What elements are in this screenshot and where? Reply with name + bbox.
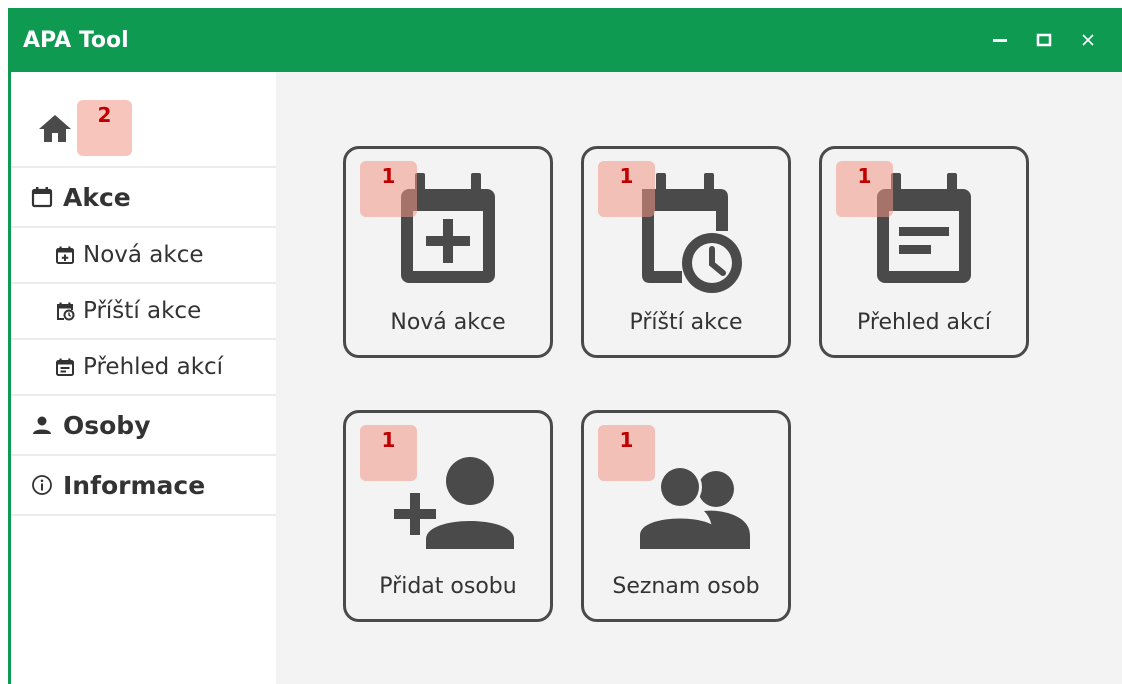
maximize-icon — [1036, 32, 1052, 48]
tile-badge: 1 — [836, 161, 893, 217]
tile-prehled-akci[interactable]: Přehled akcí 1 — [819, 146, 1029, 358]
minimize-icon — [992, 32, 1008, 48]
tile-label: Příští akce — [629, 310, 743, 335]
app-title: APA Tool — [23, 27, 129, 53]
sidebar-home-row: 2 — [11, 72, 276, 168]
tile-label: Nová akce — [390, 310, 506, 335]
maximize-button[interactable] — [1024, 20, 1064, 60]
tile-label: Seznam osob — [612, 574, 760, 599]
title-bar: APA Tool — [11, 8, 1122, 72]
calendar-clock-icon — [55, 301, 75, 321]
sidebar: 2 Akce Nová akce Příští akce Přehled akc… — [11, 72, 276, 684]
calendar-plus-icon — [55, 245, 75, 265]
sidebar-section-informace[interactable]: Informace — [11, 456, 276, 516]
window-controls — [980, 8, 1108, 72]
minimize-button[interactable] — [980, 20, 1020, 60]
info-icon — [31, 474, 53, 496]
sidebar-item-nova-akce[interactable]: Nová akce — [11, 228, 276, 284]
tile-pridat-osobu[interactable]: Přidat osobu 1 — [343, 410, 553, 622]
tile-badge: 1 — [598, 425, 655, 481]
tile-badge: 1 — [360, 425, 417, 481]
sidebar-item-prehled-akci[interactable]: Přehled akcí — [11, 340, 276, 396]
dashboard-content: Nová akce 1 Příští akce 1 Přehled akcí 1… — [276, 72, 1122, 684]
sidebar-section-akce[interactable]: Akce — [11, 168, 276, 228]
home-badge: 2 — [77, 100, 132, 156]
tile-label: Přehled akcí — [857, 310, 991, 335]
calendar-list-icon — [55, 357, 75, 377]
tile-badge: 1 — [598, 161, 655, 217]
close-button[interactable] — [1068, 20, 1108, 60]
tile-badge: 1 — [360, 161, 417, 217]
sidebar-item-pristi-akce[interactable]: Příští akce — [11, 284, 276, 340]
sidebar-section-label: Akce — [63, 182, 131, 212]
tile-label: Přidat osobu — [379, 574, 517, 599]
sidebar-section-osoby[interactable]: Osoby — [11, 396, 276, 456]
app-window: APA Tool 2 Akce Nová akce Příští akce Př… — [8, 8, 1122, 684]
calendar-icon — [31, 186, 53, 208]
home-button[interactable] — [37, 112, 73, 144]
sidebar-item-label: Nová akce — [83, 242, 204, 268]
tile-seznam-osob[interactable]: Seznam osob 1 — [581, 410, 791, 622]
sidebar-item-label: Přehled akcí — [83, 354, 224, 380]
close-icon — [1080, 32, 1096, 48]
sidebar-section-label: Osoby — [63, 410, 151, 440]
sidebar-item-label: Příští akce — [83, 298, 202, 324]
sidebar-section-label: Informace — [63, 470, 206, 500]
tile-pristi-akce[interactable]: Příští akce 1 — [581, 146, 791, 358]
person-icon — [31, 414, 53, 436]
home-icon — [37, 112, 73, 144]
tile-nova-akce[interactable]: Nová akce 1 — [343, 146, 553, 358]
